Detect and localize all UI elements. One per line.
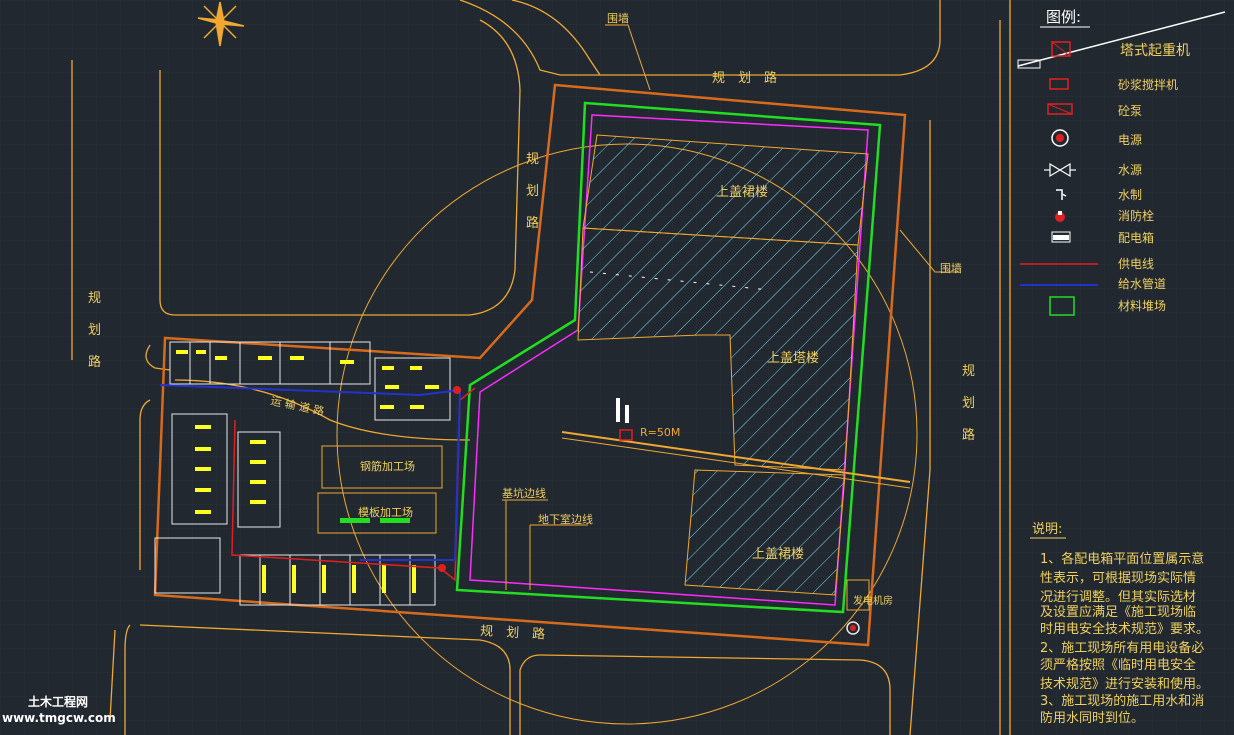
svg-text:划: 划 [962, 396, 975, 411]
notes-title: 说明: [1032, 522, 1062, 537]
pit-edge-label: 基坑边线 [502, 486, 546, 500]
legend-label-power: 电源 [1118, 133, 1142, 147]
notes-line: 3、施工现场的施工用水和消 [1040, 693, 1204, 709]
notes-line: 防用水同时到位。 [1040, 710, 1144, 726]
legend-label-mixer: 砂浆搅拌机 [1118, 77, 1178, 92]
notes-line: 技术规范》进行安装和使用。 [1040, 676, 1209, 692]
legend-label-pipe: 给水管道 [1118, 276, 1166, 291]
fence-label-north: 围墙 [607, 11, 629, 25]
building-label-podium-north: 上盖裙楼 [716, 185, 768, 200]
legend-label-hydrant: 消防栓 [1118, 208, 1154, 223]
formwork-shop-label: 模板加工场 [358, 505, 413, 519]
legend-label-water: 水源 [1118, 163, 1142, 177]
svg-text:规: 规 [526, 152, 539, 167]
legend-label-power-line: 供电线 [1118, 257, 1154, 271]
notes-line: 时用电安全技术规范》要求。 [1040, 621, 1209, 637]
legend-title: 图例: [1046, 8, 1081, 26]
notes-line: 须严格按照《临时用电安全 [1040, 657, 1196, 673]
basement-edge-label: 地下室边线 [538, 512, 593, 526]
svg-text:路: 路 [88, 354, 101, 370]
building-label-podium-south: 上盖裙楼 [752, 547, 804, 562]
notes-line: 况进行调整。但其实际选材 [1040, 590, 1196, 605]
notes-line: 性表示，可根据现场实际情 [1040, 571, 1196, 586]
notes-line: 2、施工现场所有用电设备必 [1040, 640, 1204, 656]
fire-hydrant-icon [438, 564, 446, 572]
notes-line: 及设置应满足《施工现场临 [1040, 604, 1196, 620]
svg-text:划: 划 [526, 184, 539, 199]
watermark-url: www.tmgcw.com [2, 711, 116, 725]
notes-line: 1、各配电箱平面位置属示意 [1040, 551, 1204, 567]
steel-shop-label: 钢筋加工场 [360, 459, 415, 473]
crane-radius-label: R=50M [640, 426, 680, 439]
legend-label-pump: 砼泵 [1118, 104, 1142, 118]
notes-block: 说明: 1、各配电箱平面位置属示意 性表示，可根据现场实际情 况进行调整。但其实… [1030, 522, 1209, 726]
watermark-title: 土木工程网 [28, 694, 88, 709]
generator-room-label: 发电机房 [853, 594, 893, 607]
fire-hydrant-icon [453, 386, 461, 394]
legend-label-crane: 塔式起重机 [1120, 43, 1190, 59]
svg-text:路: 路 [526, 215, 539, 231]
road-label-west-outer: 规 划 路 [88, 291, 101, 370]
svg-text:路: 路 [962, 427, 975, 443]
svg-text:划: 划 [88, 323, 101, 338]
road-label-east: 规 划 路 [962, 364, 975, 443]
road-label-west-inner: 规 划 路 [526, 152, 539, 231]
site-plan-drawing: 围墙 围墙 基坑边线 地下室边线 发电机房 R=50M 运 输 道 路 钢筋加工… [0, 0, 1234, 735]
svg-text:规: 规 [962, 364, 975, 379]
building-label-tower: 上盖塔楼 [767, 351, 819, 366]
legend-label-valve: 水制 [1118, 188, 1142, 202]
legend-label-box: 配电箱 [1118, 230, 1154, 245]
road-label-north: 规 划 路 [712, 70, 777, 86]
legend-label-yard: 材料堆场 [1118, 299, 1166, 313]
fence-label-east: 围墙 [940, 261, 962, 275]
svg-text:规: 规 [88, 291, 101, 306]
road-label-south: 规 划 路 [480, 623, 546, 642]
